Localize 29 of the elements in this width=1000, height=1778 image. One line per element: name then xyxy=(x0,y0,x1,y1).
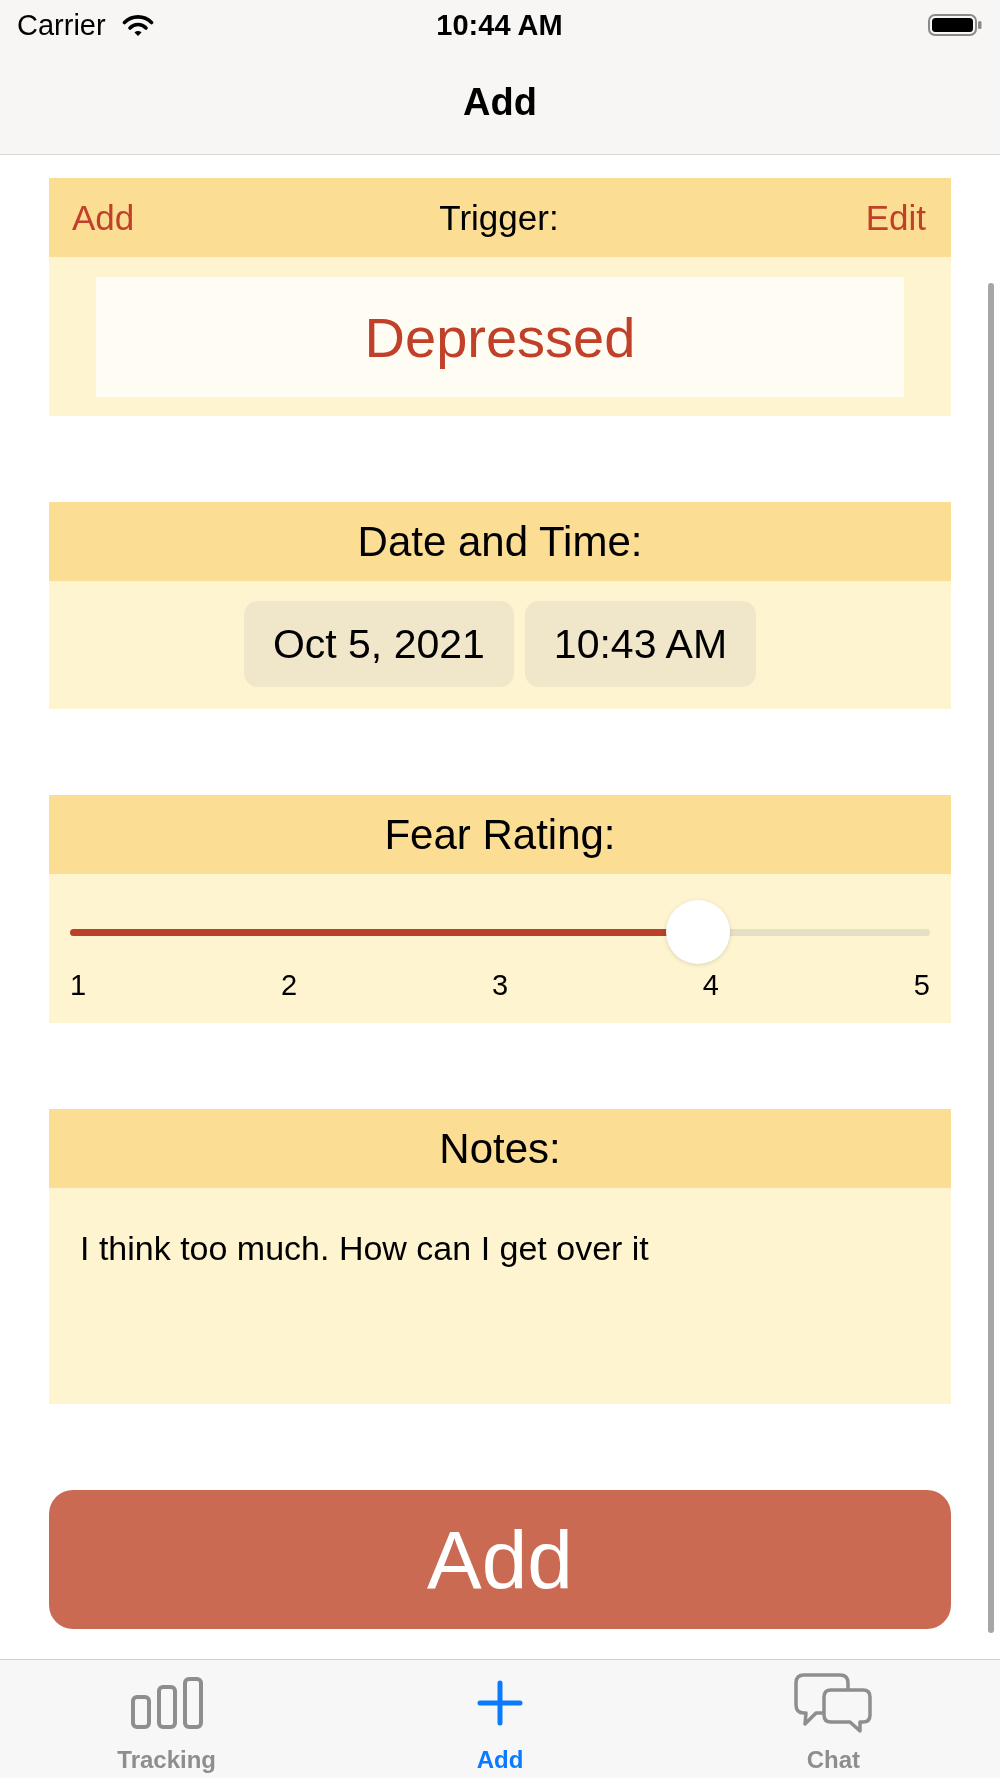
add-link[interactable]: Add xyxy=(72,196,135,239)
scale-label: 5 xyxy=(913,968,930,1002)
tab-bar-item[interactable]: Add xyxy=(333,1660,667,1778)
bar-chart-icon xyxy=(130,1677,203,1729)
notes-field[interactable]: I think too much. How can I get over it xyxy=(49,1188,951,1404)
carrier-label: Carrier xyxy=(17,8,106,42)
plus-icon xyxy=(477,1680,523,1726)
chat-bubbles-icon xyxy=(794,1673,873,1733)
section-title: Fear Rating: xyxy=(384,809,616,860)
date-button[interactable]: Oct 5, 2021 xyxy=(243,601,514,687)
status-time: 10:44 AM xyxy=(436,8,563,42)
battery-icon xyxy=(928,14,982,36)
section-title: Date and Time: xyxy=(357,516,643,567)
fear-rating-slider[interactable] xyxy=(70,900,930,964)
scale-label: 2 xyxy=(280,968,298,1002)
scale-label: 4 xyxy=(702,968,719,1002)
edit-link[interactable]: Edit xyxy=(865,196,926,239)
section-title: Notes: xyxy=(439,1123,561,1174)
scale-label: 3 xyxy=(491,968,509,1002)
tab-bar-item[interactable]: Tracking xyxy=(0,1660,334,1778)
trigger-value-display: Depressed xyxy=(96,277,904,397)
scale-label: 1 xyxy=(70,968,87,1002)
time-button[interactable]: 10:43 AM xyxy=(524,601,757,687)
wifi-icon xyxy=(121,13,154,37)
tab-bar-item[interactable]: Chat xyxy=(666,1660,1000,1778)
section-title: Trigger: xyxy=(439,196,559,239)
slider-thumb[interactable] xyxy=(665,900,730,964)
add-button[interactable]: Add xyxy=(49,1490,951,1629)
nav-title: Add xyxy=(463,80,537,124)
